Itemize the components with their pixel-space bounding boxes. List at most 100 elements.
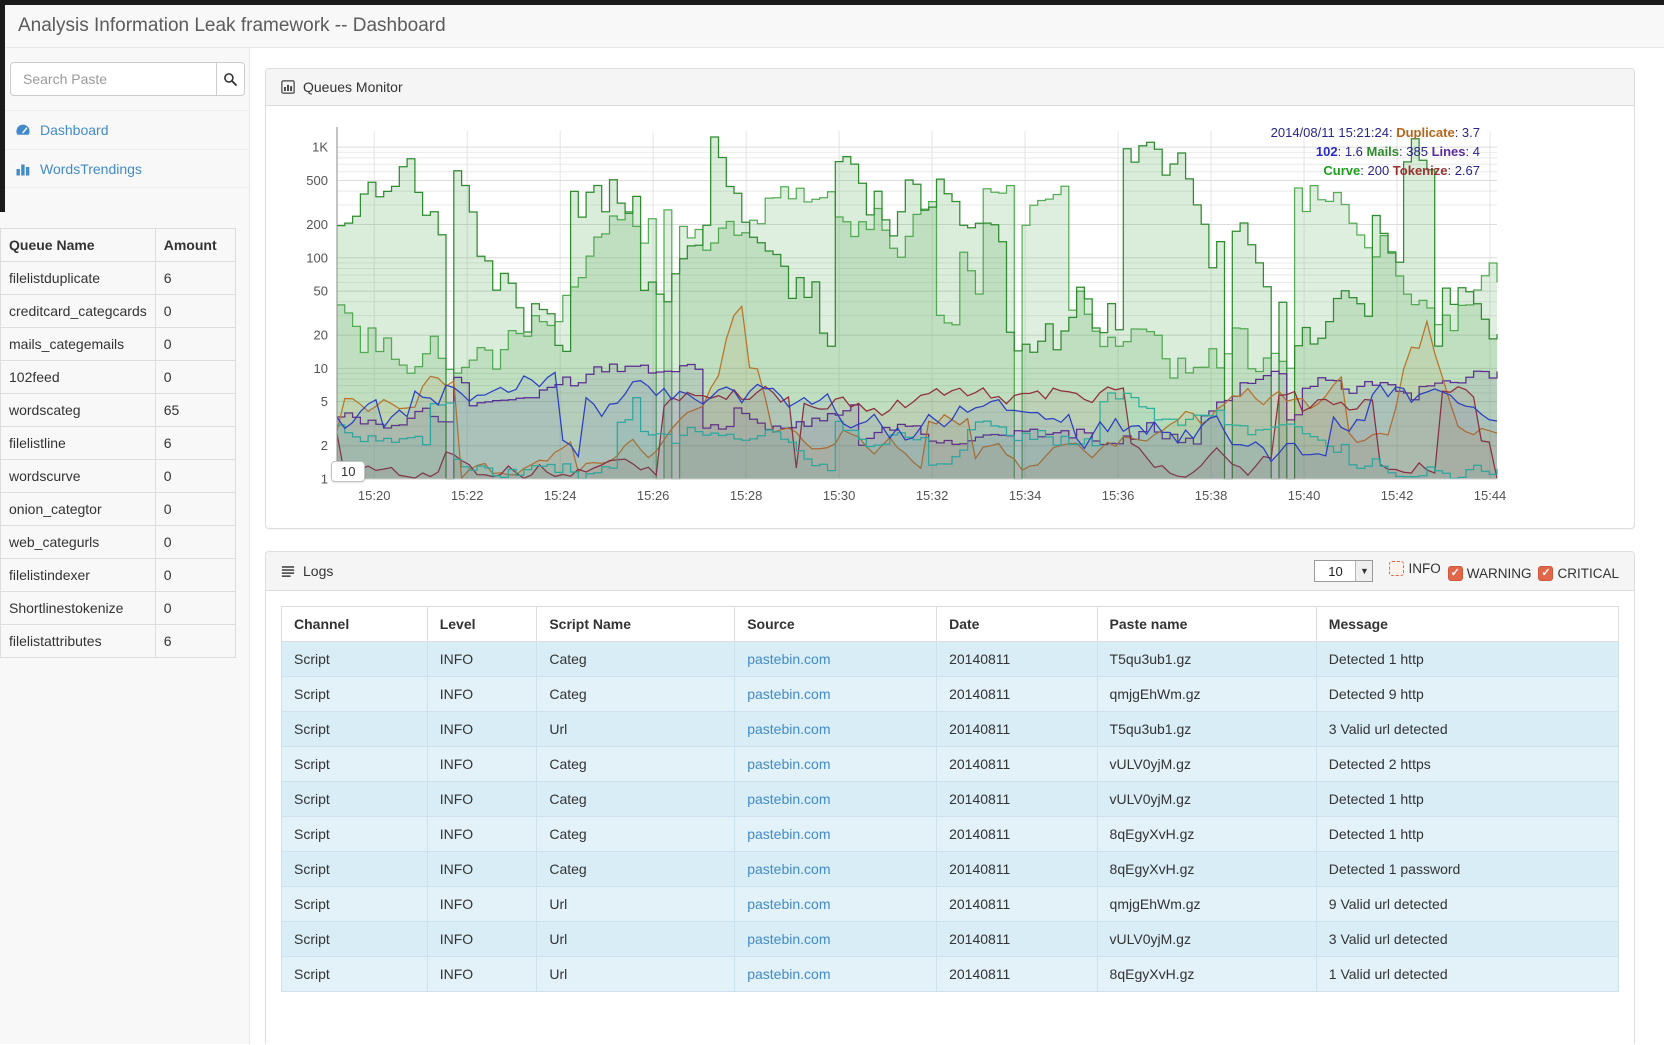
main-content: Queues Monitor 15:2015:2215:2415:2615:28… (250, 48, 1664, 1044)
log-source-cell: pastebin.com (735, 712, 937, 747)
log-cell: Script (282, 642, 428, 677)
search-input[interactable] (10, 62, 216, 96)
logs-column-header: Channel (282, 607, 428, 642)
page-title: Analysis Information Leak framework -- D… (18, 15, 446, 37)
log-cell: Script (282, 782, 428, 817)
window-frame-left (0, 0, 5, 212)
svg-text:15:36: 15:36 (1102, 488, 1135, 503)
queue-table-row: Shortlinestokenize0 (1, 592, 236, 625)
log-cell: 20140811 (937, 887, 1097, 922)
queue-cell: 0 (155, 361, 235, 394)
source-link[interactable]: pastebin.com (747, 756, 830, 772)
queue-cell: 6 (155, 625, 235, 658)
logs-body: ChannelLevelScript NameSourceDatePaste n… (266, 591, 1634, 1044)
log-row: ScriptINFOCategpastebin.com20140811vULV0… (282, 782, 1619, 817)
page-size-select[interactable]: 10 ▼ (1314, 560, 1373, 582)
log-cell: 8qEgyXvH.gz (1097, 957, 1316, 992)
logs-heading: Logs 10 ▼ INFO✓WARNING✓CRITICAL (266, 552, 1634, 591)
log-cell: 20140811 (937, 957, 1097, 992)
logs-column-header: Message (1316, 607, 1618, 642)
log-cell: 20140811 (937, 922, 1097, 957)
log-row: ScriptINFOCategpastebin.com201408118qEgy… (282, 852, 1619, 887)
source-link[interactable]: pastebin.com (747, 791, 830, 807)
queue-table-row: wordscurve0 (1, 460, 236, 493)
queue-cell: 0 (155, 559, 235, 592)
log-cell: Detected 1 password (1316, 852, 1618, 887)
log-source-cell: pastebin.com (735, 887, 937, 922)
source-link[interactable]: pastebin.com (747, 861, 830, 877)
filter-label: WARNING (1467, 566, 1532, 581)
queue-cell: wordscateg (1, 394, 156, 427)
log-cell: INFO (427, 817, 537, 852)
sidebar: Dashboard WordsTrendings Queue Name Am (0, 48, 250, 1044)
queue-cell: 0 (155, 493, 235, 526)
source-link[interactable]: pastebin.com (747, 721, 830, 737)
svg-text:5: 5 (321, 394, 328, 409)
queues-chart[interactable]: 15:2015:2215:2415:2615:2815:3015:3215:34… (281, 121, 1617, 513)
navbar: Analysis Information Leak framework -- D… (0, 0, 1664, 48)
source-link[interactable]: pastebin.com (747, 826, 830, 842)
log-row: ScriptINFOUrlpastebin.com20140811T5qu3ub… (282, 712, 1619, 747)
log-cell: Categ (537, 817, 735, 852)
log-cell: 8qEgyXvH.gz (1097, 817, 1316, 852)
filter-warning-checkbox[interactable]: ✓ WARNING (1448, 566, 1532, 581)
sidebar-item-wordstrendings[interactable]: WordsTrendings (0, 149, 249, 188)
sidebar-nav: Dashboard WordsTrendings (0, 110, 249, 188)
log-cell: Categ (537, 852, 735, 887)
page-size-value: 10 (1315, 561, 1355, 581)
log-cell: vULV0yjM.gz (1097, 782, 1316, 817)
source-link[interactable]: pastebin.com (747, 966, 830, 982)
source-link[interactable]: pastebin.com (747, 896, 830, 912)
sidebar-item-dashboard[interactable]: Dashboard (0, 110, 249, 149)
queue-cell: 0 (155, 526, 235, 559)
log-cell: INFO (427, 922, 537, 957)
log-cell: Script (282, 922, 428, 957)
log-cell: 20140811 (937, 642, 1097, 677)
log-cell: INFO (427, 957, 537, 992)
queue-cell: 65 (155, 394, 235, 427)
log-cell: INFO (427, 887, 537, 922)
log-row: ScriptINFOCategpastebin.com201408118qEgy… (282, 817, 1619, 852)
queue-cell: onion_categtor (1, 493, 156, 526)
legend-line: 2014/08/11 15:21:24: Duplicate: 3.7 (1271, 123, 1480, 142)
queues-monitor-body: 15:2015:2215:2415:2615:2815:3015:3215:34… (266, 106, 1634, 528)
log-row: ScriptINFOUrlpastebin.com20140811qmjgEhW… (282, 887, 1619, 922)
log-cell: Script (282, 817, 428, 852)
svg-text:2: 2 (321, 438, 328, 453)
logs-column-header: Script Name (537, 607, 735, 642)
svg-text:15:42: 15:42 (1381, 488, 1414, 503)
queue-table-row: filelistduplicate6 (1, 262, 236, 295)
log-cell: Script (282, 712, 428, 747)
source-link[interactable]: pastebin.com (747, 686, 830, 702)
filter-critical-checkbox[interactable]: ✓CRITICAL (1538, 566, 1619, 581)
svg-text:15:30: 15:30 (823, 488, 856, 503)
log-cell: 8qEgyXvH.gz (1097, 852, 1316, 887)
filter-info-checkbox[interactable]: INFO (1389, 561, 1440, 576)
queues-monitor-panel: Queues Monitor 15:2015:2215:2415:2615:28… (265, 68, 1635, 529)
queue-table-row: filelistindexer0 (1, 559, 236, 592)
log-cell: Categ (537, 747, 735, 782)
svg-text:50: 50 (314, 284, 328, 299)
log-cell: Script (282, 887, 428, 922)
log-cell: INFO (427, 782, 537, 817)
log-cell: 1 Valid url detected (1316, 957, 1618, 992)
log-cell: Detected 1 http (1316, 817, 1618, 852)
svg-text:15:28: 15:28 (730, 488, 763, 503)
legend-line: Curve: 200 Tokenize: 2.67 (1271, 161, 1480, 180)
source-link[interactable]: pastebin.com (747, 931, 830, 947)
svg-text:15:32: 15:32 (916, 488, 949, 503)
source-link[interactable]: pastebin.com (747, 651, 830, 667)
svg-text:15:44: 15:44 (1474, 488, 1507, 503)
checkbox-icon: ✓ (1448, 566, 1463, 581)
chevron-down-icon: ▼ (1355, 561, 1372, 581)
svg-text:500: 500 (306, 173, 328, 188)
log-cell: vULV0yjM.gz (1097, 922, 1316, 957)
log-source-cell: pastebin.com (735, 957, 937, 992)
log-cell: Script (282, 852, 428, 887)
queue-cell: 0 (155, 592, 235, 625)
axis-hover-value: 10 (331, 461, 365, 482)
search-button[interactable] (216, 62, 245, 96)
queue-name-header: Queue Name (1, 229, 156, 262)
queue-cell: 6 (155, 262, 235, 295)
queue-table-row: mails_categemails0 (1, 328, 236, 361)
